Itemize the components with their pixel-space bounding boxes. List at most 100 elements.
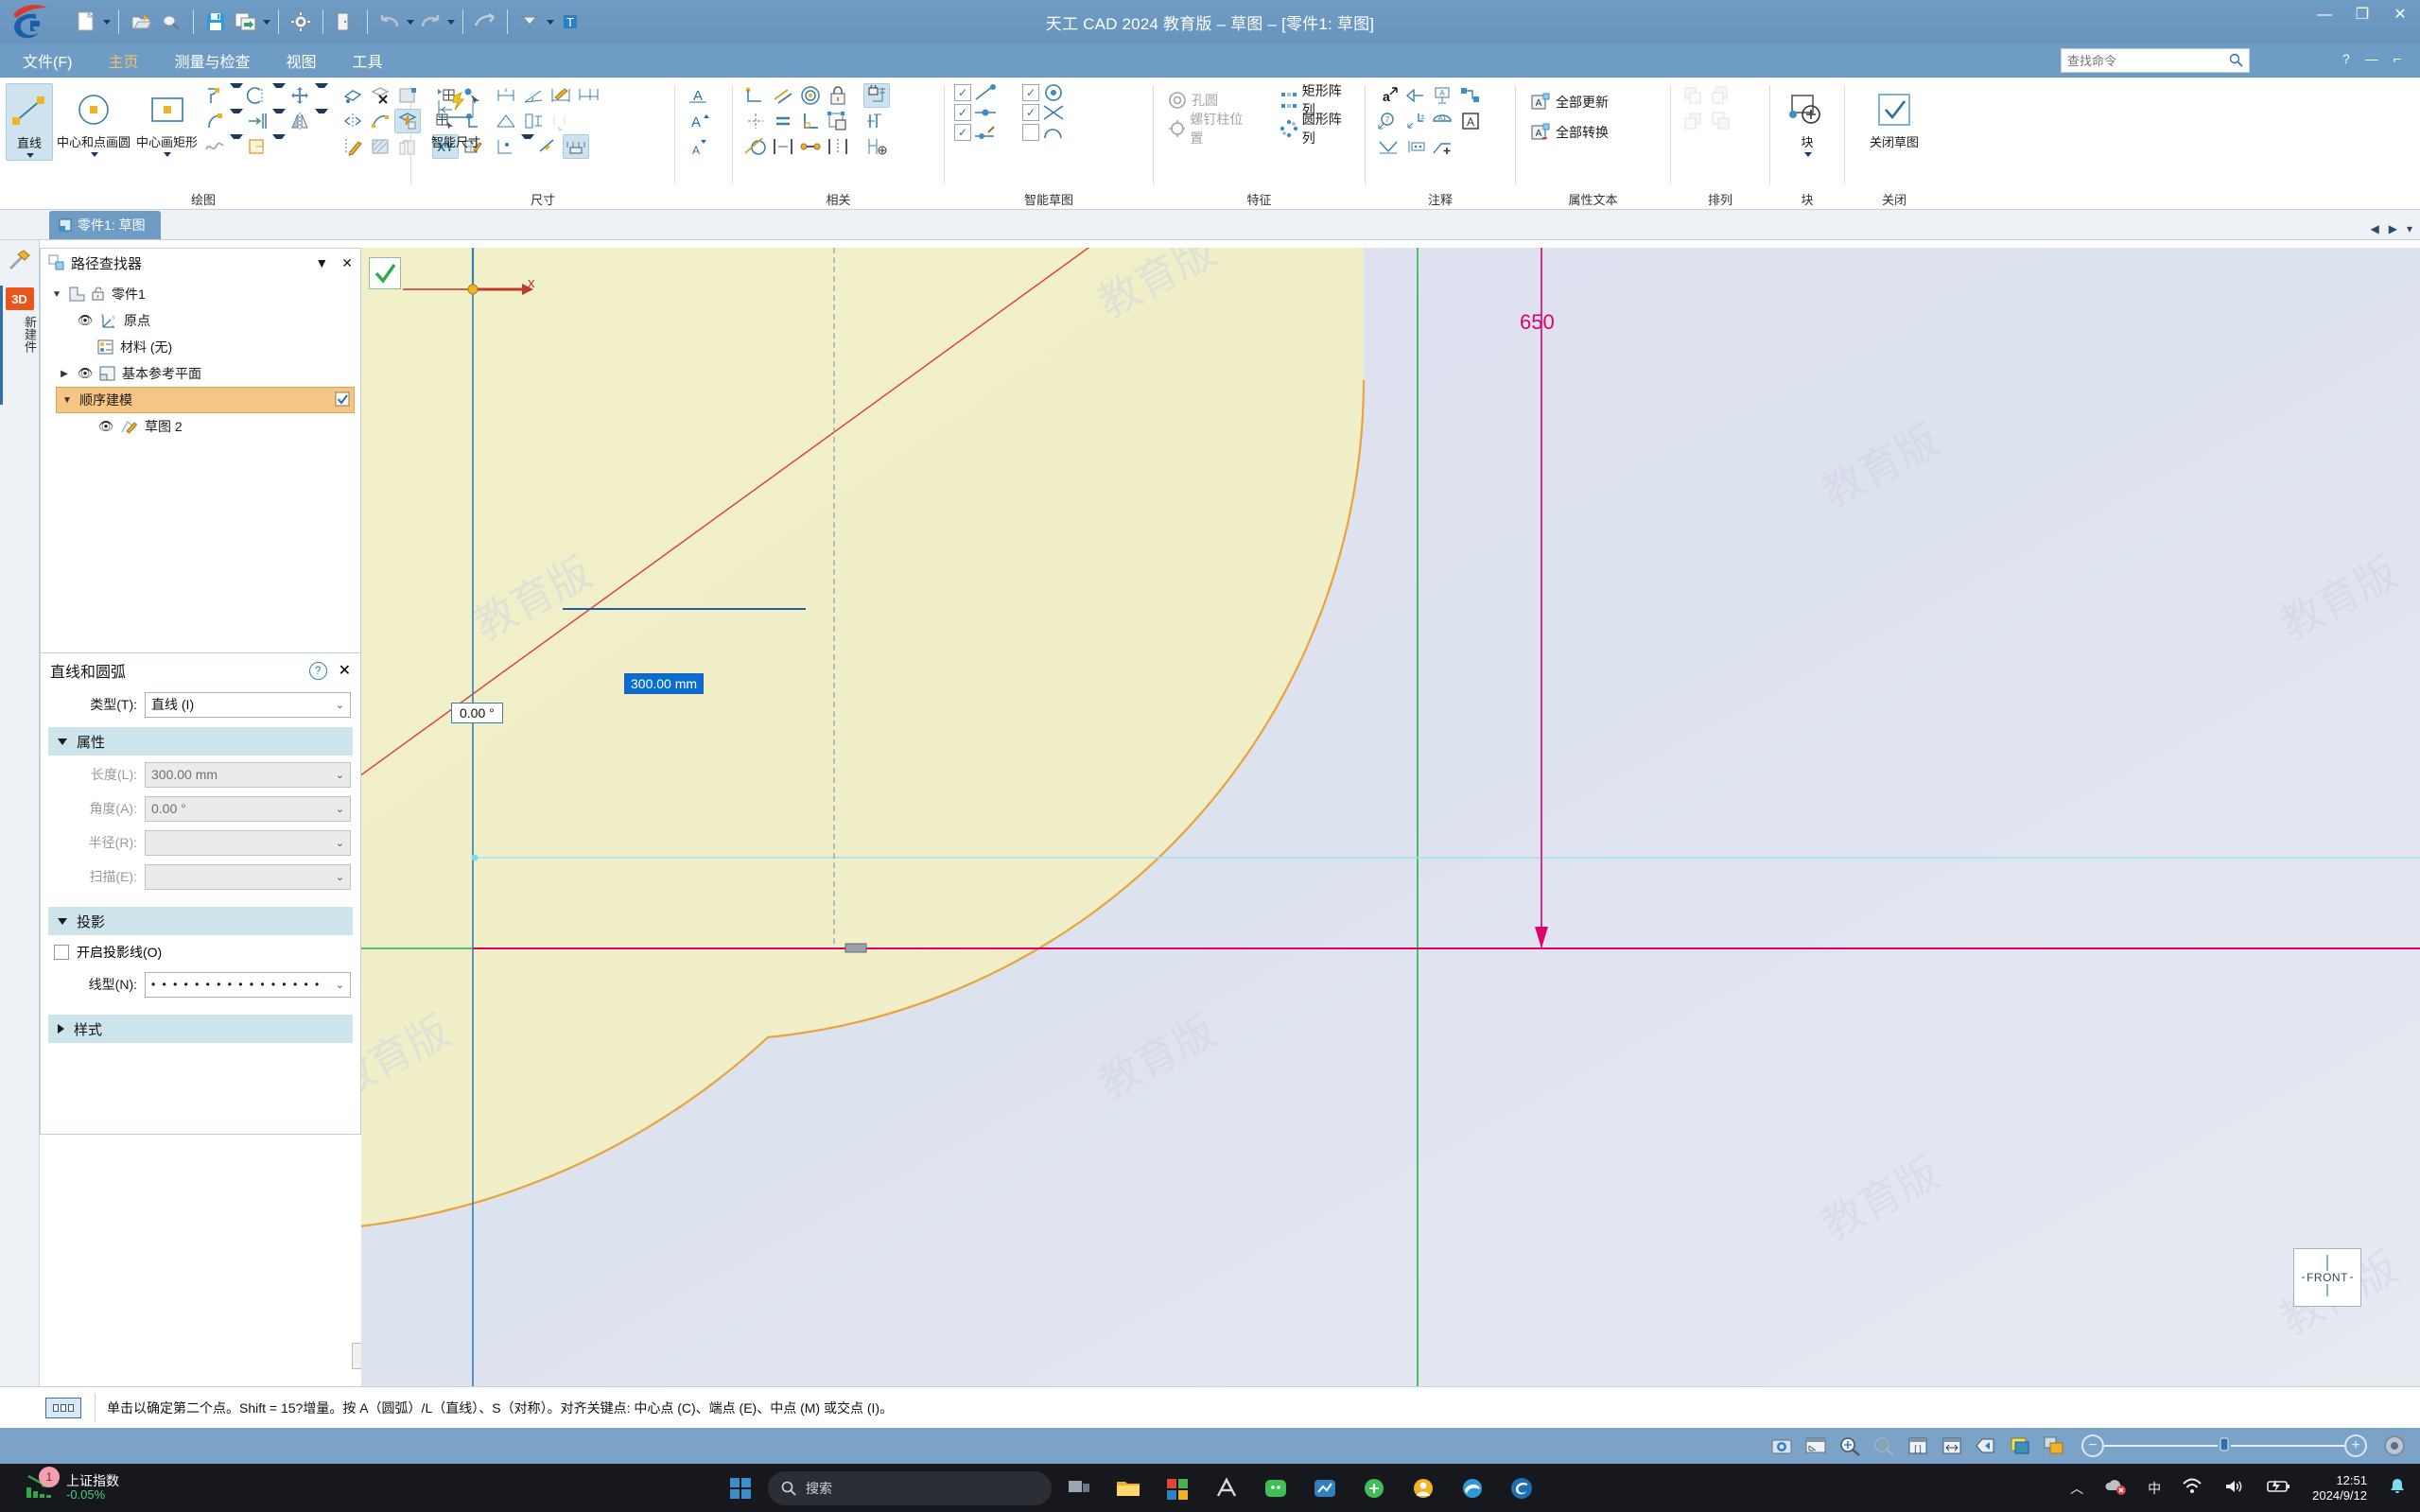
search-input[interactable] [2067,53,2230,68]
text-size-up-icon[interactable]: A [685,109,711,133]
mirror-icon[interactable] [287,109,313,133]
help-button[interactable]: ? [2342,51,2350,66]
callout-icon[interactable]: A [1430,83,1456,108]
speaker-icon[interactable] [2223,1478,2244,1498]
line-tool-dropdown-icon[interactable] [26,153,34,158]
collinear-icon[interactable] [797,134,824,159]
smart-dimension-button[interactable]: 智能尺寸 [421,83,491,152]
region-dropdown-icon[interactable] [272,134,287,159]
redo-dropdown-icon[interactable] [447,19,455,25]
file-explorer-icon[interactable] [1106,1467,1150,1510]
visibility-eye-icon[interactable]: 👁 [97,419,114,434]
visibility-eye-icon[interactable]: 👁 [77,366,94,381]
perpendicular-icon[interactable] [797,109,824,133]
command-search-box[interactable] [2061,48,2250,73]
undo-icon[interactable] [375,8,404,36]
angle-dimension-icon[interactable] [520,83,547,108]
projection-checkbox[interactable] [54,945,69,960]
equal-icon[interactable] [770,109,796,133]
style-section-header[interactable]: 样式 [48,1015,353,1043]
pathfinder-close-button[interactable]: ✕ [341,255,353,271]
tree-node-ordered-modeling[interactable]: ▼ 顺序建模 [56,387,355,413]
zoom-slider-thumb[interactable] [2218,1435,2231,1456]
spline-dropdown-icon[interactable] [230,134,244,159]
tray-expand-icon[interactable]: ︿ [2070,1479,2083,1498]
balloon-icon[interactable] [1402,83,1429,108]
fillet-dropdown-icon[interactable] [230,83,244,108]
zoom-track[interactable] [2104,1445,2218,1447]
hatch-icon[interactable] [367,134,393,159]
chain-dimension-icon[interactable] [575,83,601,108]
ordinate-dropdown-icon[interactable] [521,134,534,159]
symmetric-offset-icon[interactable] [339,109,366,133]
offset-dropdown-icon[interactable] [272,109,287,133]
region-icon[interactable] [244,134,270,159]
sketch-accept-check-button[interactable] [369,257,401,289]
symmetric-dimension-icon[interactable] [493,109,519,133]
zoom-area-icon[interactable] [1837,1434,1862,1458]
coincident-icon[interactable] [742,109,769,133]
draw-edit-pencil-icon[interactable] [339,134,366,159]
recent-document-icon[interactable] [157,8,185,36]
ime-indicator[interactable]: 中 [2148,1479,2161,1498]
bring-to-front-icon[interactable] [1708,83,1734,108]
ordered-modeling-check-icon[interactable] [335,391,350,409]
open-document-icon[interactable] [127,8,155,36]
update-all-button[interactable]: A 全部更新 [1525,89,1613,115]
fit-window-icon[interactable] [1803,1434,1828,1458]
rail-tools-button[interactable] [0,240,40,282]
tree-twisty-icon[interactable]: ▶ [58,369,71,379]
edit-curve-points-icon[interactable] [367,109,393,133]
text-tool-icon[interactable]: T [556,8,584,36]
spline-icon[interactable] [201,134,228,159]
zoom-width-icon[interactable] [1940,1434,1964,1458]
save-as-document-icon[interactable] [232,8,260,36]
smart-tangent-check[interactable]: ✓ [954,123,998,142]
cad-app-icon[interactable] [1205,1467,1248,1510]
save-document-icon[interactable] [201,8,230,36]
menu-item-tools[interactable]: 工具 [339,45,395,76]
horizontal-constraint-icon[interactable] [770,134,796,159]
battery-charging-icon[interactable] [2265,1478,2291,1498]
undo-dropdown-icon[interactable] [407,19,414,25]
rail-new-part-label[interactable]: 新建件 [0,316,39,353]
document-tab-part1[interactable]: 零件1: 草图 [49,211,161,239]
tolerance-icon[interactable]: 7 [1375,109,1402,133]
redo-icon[interactable] [416,8,444,36]
sketch-canvas[interactable]: 教育版 教育版 教育版 教育版 教育版 教育版 教育版 教育版 [361,248,2420,1386]
linetype-select[interactable]: • • • • • • • • • • • • • • • • ⌄ [145,971,351,998]
convert-all-button[interactable]: A 全部转换 [1525,119,1613,146]
bring-forward-icon[interactable] [1680,83,1707,108]
sketch-drawing[interactable]: 教育版 教育版 教育版 教育版 教育版 教育版 教育版 教育版 [361,248,2420,1386]
zoom-reset-icon[interactable] [2382,1434,2407,1458]
maximize-button[interactable]: ❐ [2352,6,2373,25]
tab-prev-button[interactable]: ◀ [2371,222,2379,235]
send-to-back-icon[interactable] [1708,109,1734,133]
smart-endpoint-check[interactable]: ✓ [954,83,998,102]
connector-icon[interactable] [1457,83,1484,108]
new-document-dropdown-icon[interactable] [103,19,111,25]
wechat-icon[interactable] [1254,1467,1297,1510]
smart-midpoint-check[interactable]: ✓ [954,103,998,122]
stock-widget[interactable]: 1 上证指数 -0.05% [25,1467,119,1505]
exit-door-icon[interactable] [331,8,359,36]
ribbon-minimize-button[interactable]: — [2365,51,2378,66]
zoom-in-button[interactable]: + [2344,1434,2367,1457]
menu-item-view[interactable]: 视图 [272,45,329,76]
smart-arc-check[interactable] [1022,123,1066,142]
edge-browser-icon[interactable] [1451,1467,1494,1510]
leader-text-icon[interactable]: a [1375,83,1402,108]
tree-node-ref-planes[interactable]: ▶ 👁 基本参考平面 [46,360,360,387]
gstarcad-icon[interactable] [1500,1467,1543,1510]
offset-icon[interactable] [244,109,270,133]
wechat-work-icon[interactable] [1352,1467,1396,1510]
block-dropdown-icon[interactable] [1803,152,1812,157]
rectangle-tool-button[interactable]: 中心画矩形 [134,83,200,159]
menu-item-measure[interactable]: 测量与检查 [161,45,263,76]
user-app-icon[interactable] [1402,1467,1445,1510]
angle-input[interactable]: 0.00 ° ⌄ [145,795,351,822]
taskbar-search-box[interactable]: 搜索 [768,1470,1052,1505]
smart-intersection-check[interactable]: ✓ [1022,103,1066,122]
tree-twisty-icon[interactable]: ▼ [50,289,63,300]
tree-node-part1[interactable]: ▼ 零件1 [46,281,360,307]
